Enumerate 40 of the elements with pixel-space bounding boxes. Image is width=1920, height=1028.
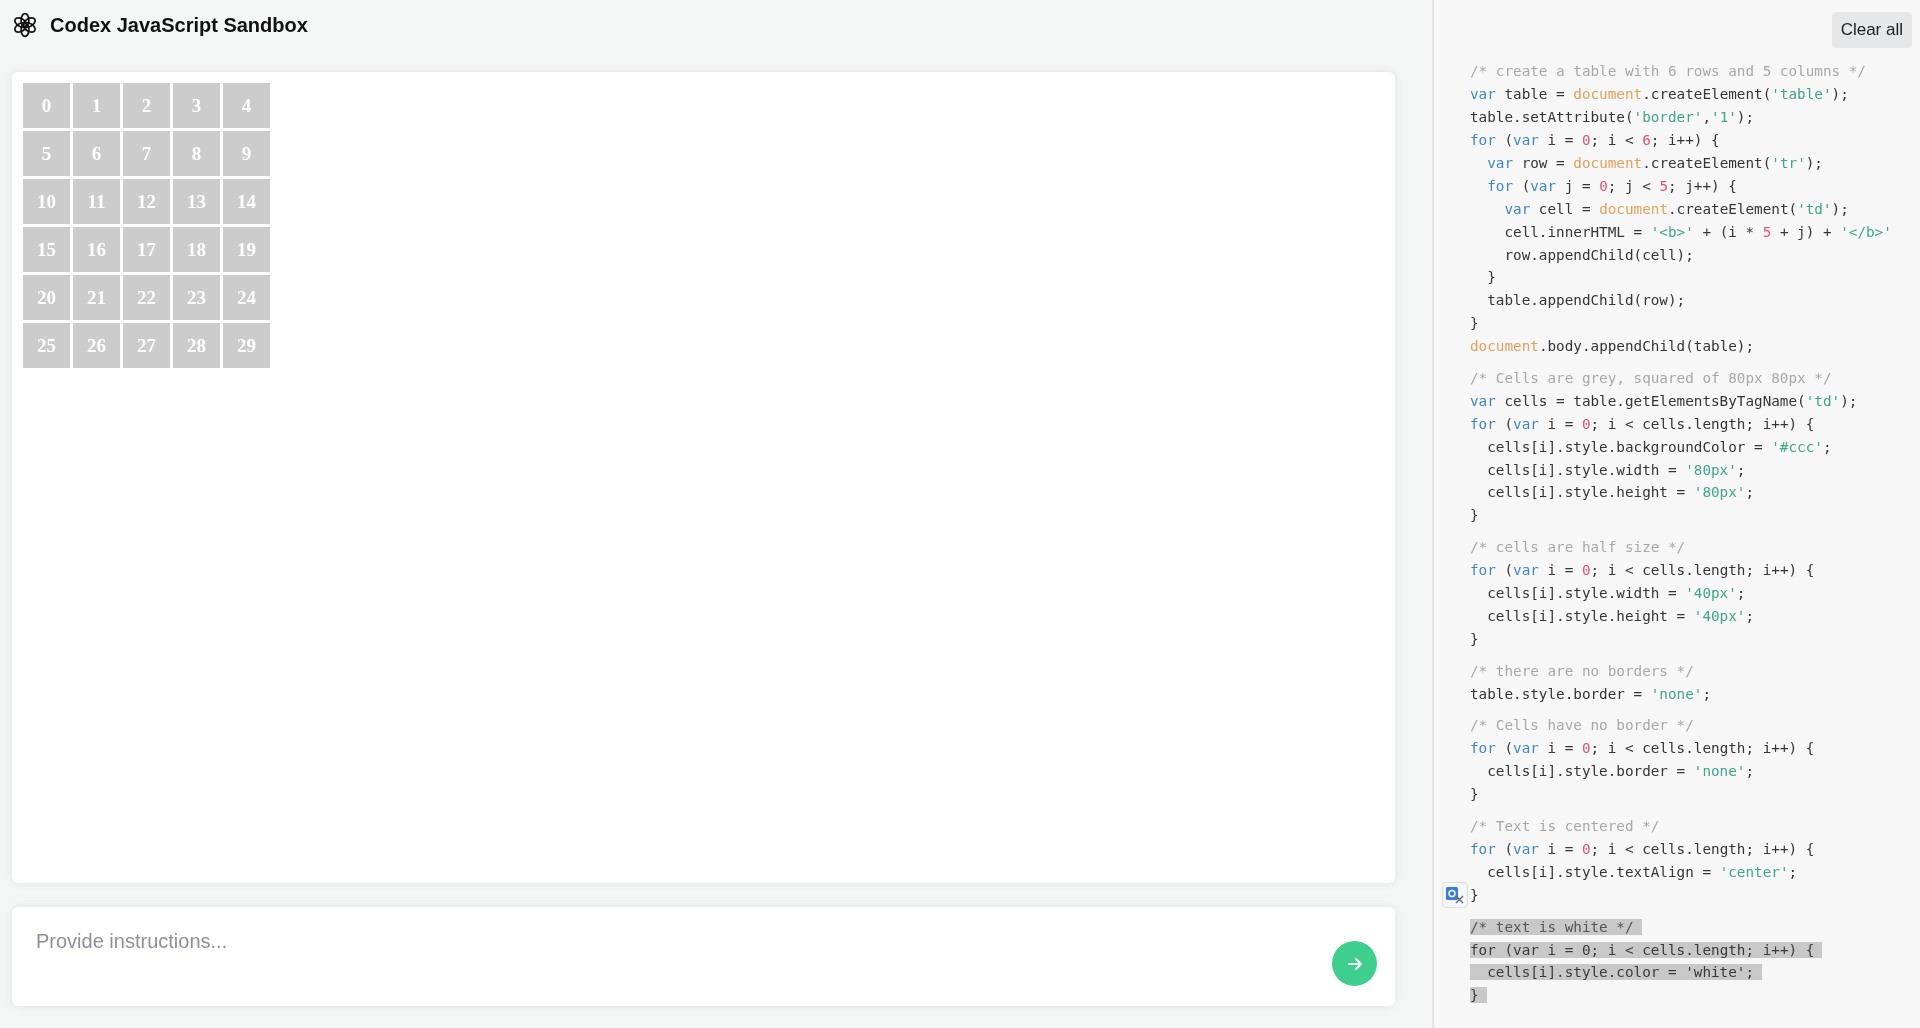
code-line: } [1470, 315, 1479, 332]
code-line: for (var i = 0; i < cells.length; i++) { [1470, 740, 1815, 757]
code-line: document.body.appendChild(table); [1470, 338, 1755, 355]
code-line: row.appendChild(cell); [1503, 246, 1694, 263]
code-line: /* Cells are grey, squared of 80px 80px */ [1470, 370, 1832, 386]
code-line: var row = document.createElement('tr'); [1486, 155, 1823, 171]
code-line: /* Cells have no border */ [1470, 717, 1694, 734]
code-line: for (var j = 0; j < 5; j++) { [1486, 177, 1737, 194]
code-line: cells[i].style.width = '80px'; [1486, 461, 1746, 478]
code-line: } [1486, 269, 1496, 286]
code-line: table.appendChild(row); [1486, 292, 1686, 309]
code-line: var cell = document.createElement('td'); [1503, 200, 1849, 217]
code-line: table.setAttribute('border','1'); [1470, 109, 1755, 126]
code-line: var cells = table.getElementsByTagName('td'); [1470, 392, 1858, 409]
instructions-field[interactable]: Provide instructions... [34, 929, 1332, 954]
code-line: } [1470, 886, 1479, 903]
code-line: } [1470, 786, 1479, 803]
knot-logo-icon [12, 12, 38, 38]
code-line: /* cells are half size */ [1470, 539, 1686, 556]
code-line: /* Text is centered */ [1470, 818, 1660, 835]
code-line: var table = document.createElement('table'); [1470, 86, 1849, 103]
code-line: for (var i = 0; i < 6; i++) { [1470, 132, 1720, 149]
code-line: } [1470, 507, 1479, 524]
code-line: table.style.border = 'none'; [1470, 685, 1712, 702]
code-line: cells[i].style.border = 'none'; [1486, 763, 1755, 780]
code-line: /* there are no borders */ [1470, 662, 1694, 679]
code-line: for (var i = 0; i < cells.length; i++) { [1470, 840, 1815, 857]
code-line: cells[i].style.textAlign = 'center'; [1486, 863, 1798, 880]
code-line: for (var i = 0; i < cells.length; i++) { [1470, 562, 1815, 579]
app-title: Codex JavaScript Sandbox [50, 13, 308, 37]
code-line: cells[i].style.height = '40px'; [1486, 607, 1755, 624]
clear-all-button[interactable]: Clear all [1831, 12, 1912, 48]
code-line: cells[i].style.height = '80px'; [1486, 484, 1755, 501]
translate-icon[interactable] [1442, 882, 1468, 909]
code-line: } [1470, 630, 1479, 647]
code-line: cells[i].style.width = '40px'; [1486, 585, 1746, 602]
code-line: for (var i = 0; i < cells.length; i++) { [1470, 415, 1815, 432]
code-line: cell.innerHTML = '<b>' + (i * 5 + j) + '</b>' [1503, 223, 1892, 240]
code-line: /* create a table with 6 rows and 5 columns */ [1470, 63, 1866, 80]
code-line: cells[i].style.backgroundColor = '#ccc'; [1486, 438, 1832, 455]
